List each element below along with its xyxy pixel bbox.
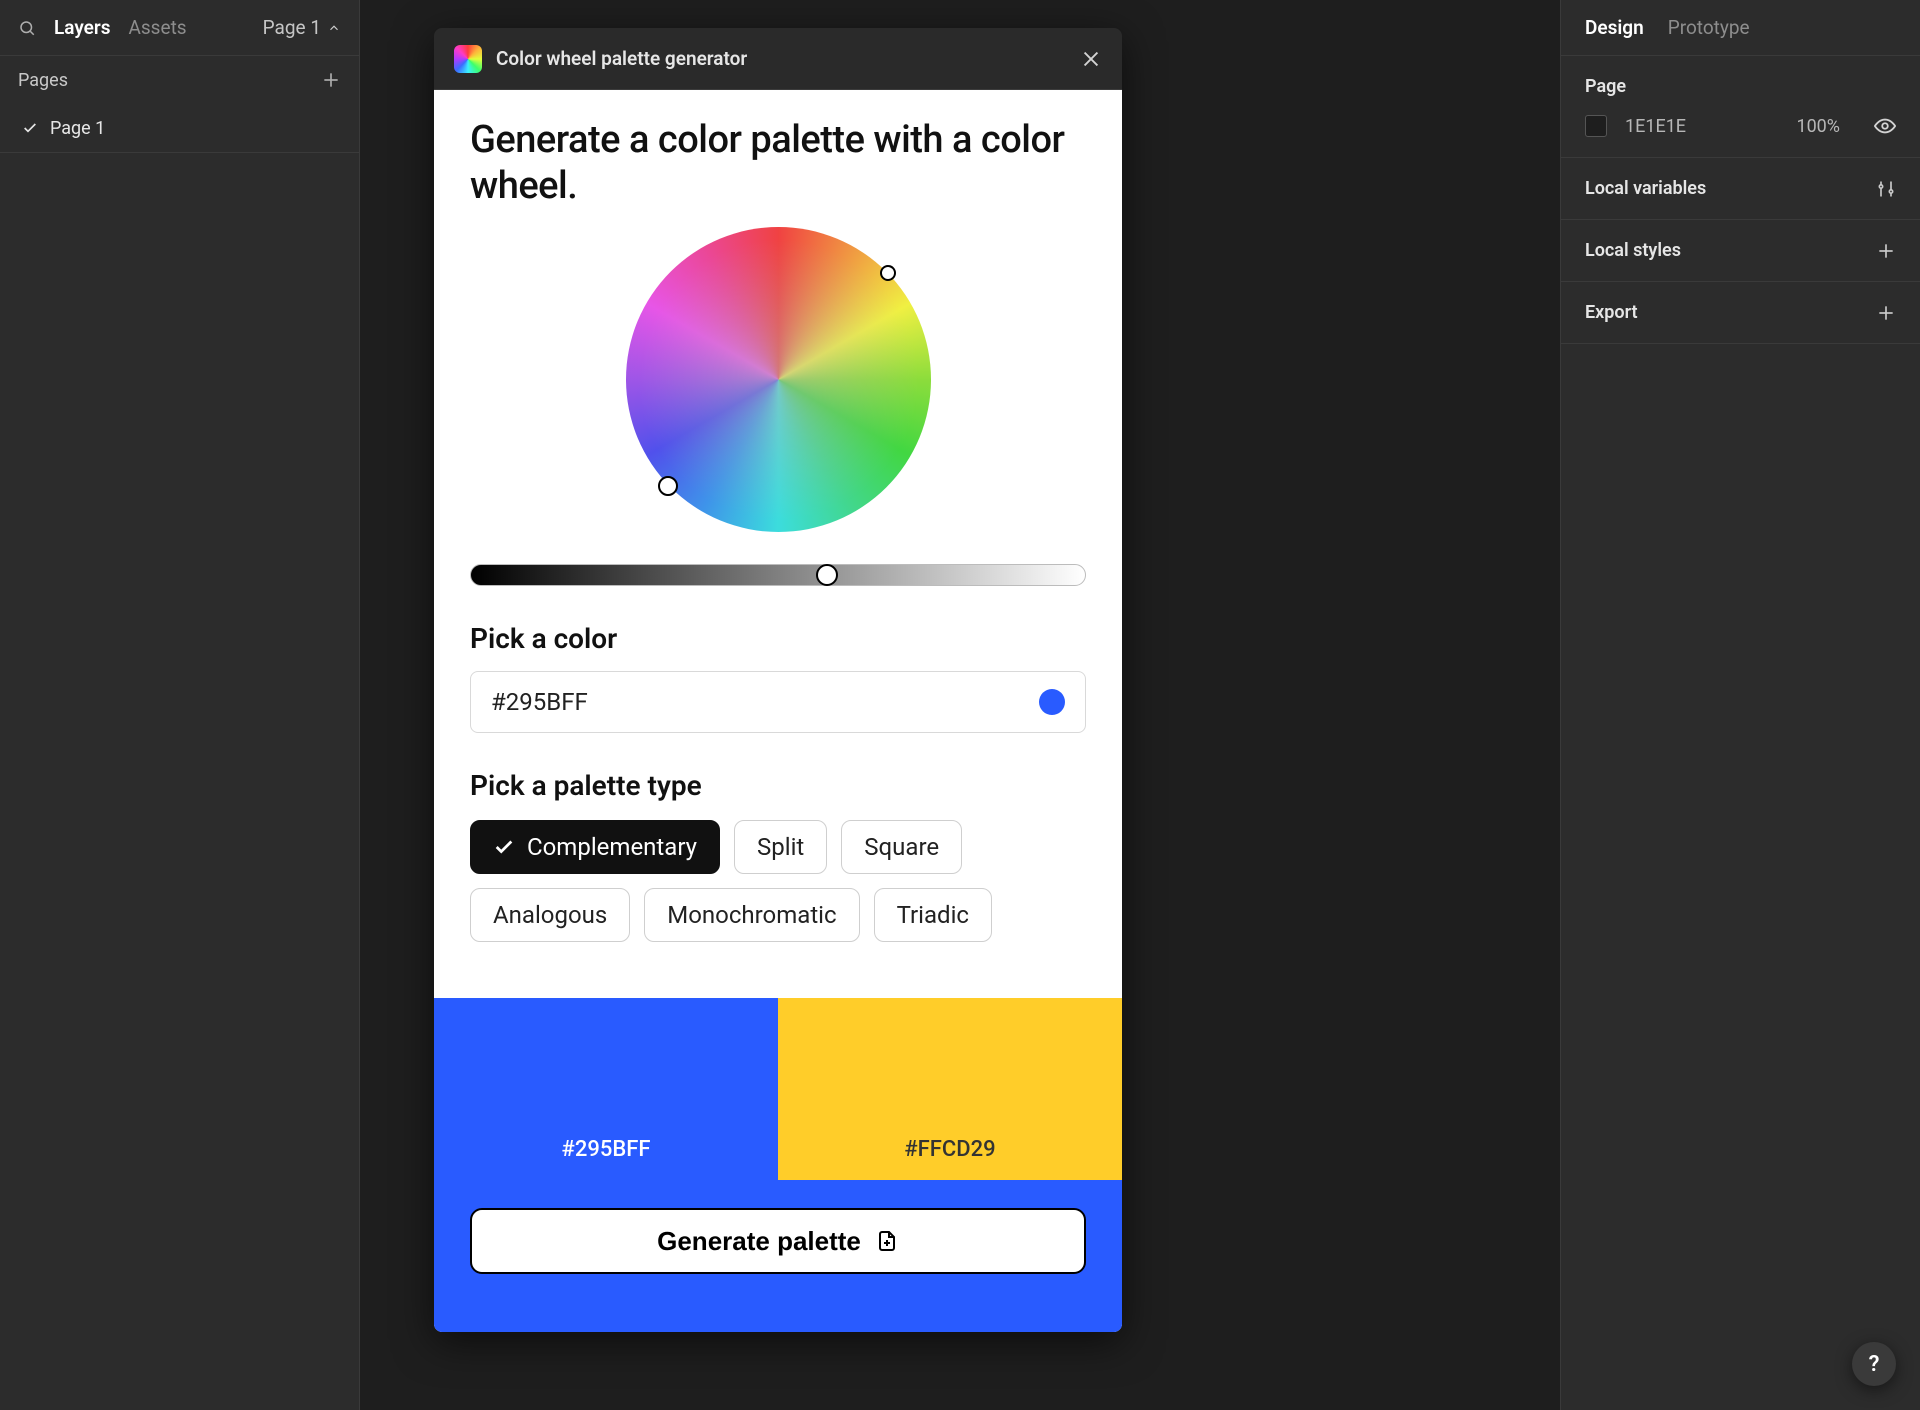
palette-type-square[interactable]: Square: [841, 820, 962, 874]
palette-type-label: Square: [864, 833, 939, 861]
palette-type-label: Analogous: [493, 901, 607, 929]
add-style-icon[interactable]: [1876, 241, 1896, 261]
palette-type-triadic[interactable]: Triadic: [874, 888, 992, 942]
lightness-slider[interactable]: [470, 564, 1086, 586]
add-page-icon[interactable]: [321, 70, 341, 90]
page-section: Page 1E1E1E 100%: [1561, 56, 1920, 158]
generate-bar: Generate palette: [434, 1180, 1122, 1332]
plugin-titlebar[interactable]: Color wheel palette generator: [434, 28, 1122, 90]
plugin-headline: Generate a color palette with a color wh…: [470, 118, 1086, 209]
pick-palette-label: Pick a palette type: [470, 769, 1086, 802]
pages-label: Pages: [18, 70, 68, 91]
generate-palette-button[interactable]: Generate palette: [470, 1208, 1086, 1274]
lightness-knob[interactable]: [816, 564, 838, 586]
swatch[interactable]: #FFCD29: [778, 998, 1122, 1180]
search-icon[interactable]: [18, 19, 36, 37]
design-panel: Design Prototype Page 1E1E1E 100% Local …: [1560, 0, 1920, 1410]
page-background-row[interactable]: 1E1E1E 100%: [1585, 115, 1896, 137]
color-preview-dot: [1039, 689, 1065, 715]
left-tabs: Layers Assets Page 1: [0, 0, 359, 56]
add-export-icon[interactable]: [1876, 303, 1896, 323]
palette-type-label: Complementary: [527, 833, 697, 861]
close-icon[interactable]: [1080, 48, 1102, 70]
local-variables-section[interactable]: Local variables: [1561, 158, 1920, 220]
add-to-file-icon: [875, 1229, 899, 1253]
local-variables-label: Local variables: [1585, 178, 1706, 199]
swatch-label: #295BFF: [562, 1137, 651, 1162]
swatch[interactable]: #295BFF: [434, 998, 778, 1180]
palette-type-monochromatic[interactable]: Monochromatic: [644, 888, 859, 942]
local-styles-label: Local styles: [1585, 240, 1681, 261]
pages-list: Page 1: [0, 104, 359, 153]
palette-type-label: Split: [757, 833, 804, 861]
page-item[interactable]: Page 1: [0, 104, 359, 152]
swatch-label: #FFCD29: [904, 1137, 995, 1162]
tab-layers[interactable]: Layers: [54, 16, 110, 39]
palette-type-label: Monochromatic: [667, 901, 836, 929]
palette-type-complementary[interactable]: Complementary: [470, 820, 720, 874]
pick-color-label: Pick a color: [470, 622, 1086, 655]
visibility-icon[interactable]: [1874, 115, 1896, 137]
palette-type-group: Complementary Split Square Analogous Monochr…: [470, 820, 1086, 942]
help-button[interactable]: ?: [1852, 1342, 1896, 1386]
check-icon: [22, 120, 38, 136]
wheel-handle-primary[interactable]: [658, 476, 678, 496]
color-wheel-wrap: [470, 227, 1086, 532]
right-tabs: Design Prototype: [1561, 0, 1920, 56]
page-dropdown-label: Page 1: [263, 16, 321, 39]
color-hex-value: #295BFF: [491, 688, 588, 716]
tab-design[interactable]: Design: [1585, 16, 1644, 39]
check-icon: [493, 836, 515, 858]
palette-swatches: #295BFF #FFCD29: [434, 998, 1122, 1180]
layers-panel: Layers Assets Page 1 Pages Page 1: [0, 0, 360, 1410]
tab-prototype[interactable]: Prototype: [1668, 16, 1750, 39]
sliders-icon[interactable]: [1876, 179, 1896, 199]
page-item-name: Page 1: [50, 118, 105, 139]
chevron-up-icon: [327, 21, 341, 35]
palette-type-analogous[interactable]: Analogous: [470, 888, 630, 942]
plugin-title-text: Color wheel palette generator: [496, 47, 747, 70]
color-wheel[interactable]: [626, 227, 931, 532]
palette-type-split[interactable]: Split: [734, 820, 827, 874]
generate-palette-label: Generate palette: [657, 1226, 861, 1257]
plugin-window: Color wheel palette generator Generate a…: [434, 28, 1122, 1332]
export-label: Export: [1585, 302, 1638, 323]
page-section-title: Page: [1585, 76, 1896, 97]
page-bg-swatch[interactable]: [1585, 115, 1607, 137]
wheel-handle-secondary[interactable]: [880, 265, 896, 281]
pages-header: Pages: [0, 56, 359, 104]
page-dropdown[interactable]: Page 1: [263, 16, 341, 39]
export-section[interactable]: Export: [1561, 282, 1920, 344]
plugin-body: Generate a color palette with a color wh…: [434, 90, 1122, 1332]
color-hex-field[interactable]: #295BFF: [470, 671, 1086, 733]
page-bg-opacity: 100%: [1796, 116, 1840, 137]
local-styles-section[interactable]: Local styles: [1561, 220, 1920, 282]
page-bg-hex: 1E1E1E: [1625, 116, 1686, 137]
tab-assets[interactable]: Assets: [128, 16, 186, 39]
palette-type-label: Triadic: [897, 901, 969, 929]
plugin-icon: [454, 45, 482, 73]
